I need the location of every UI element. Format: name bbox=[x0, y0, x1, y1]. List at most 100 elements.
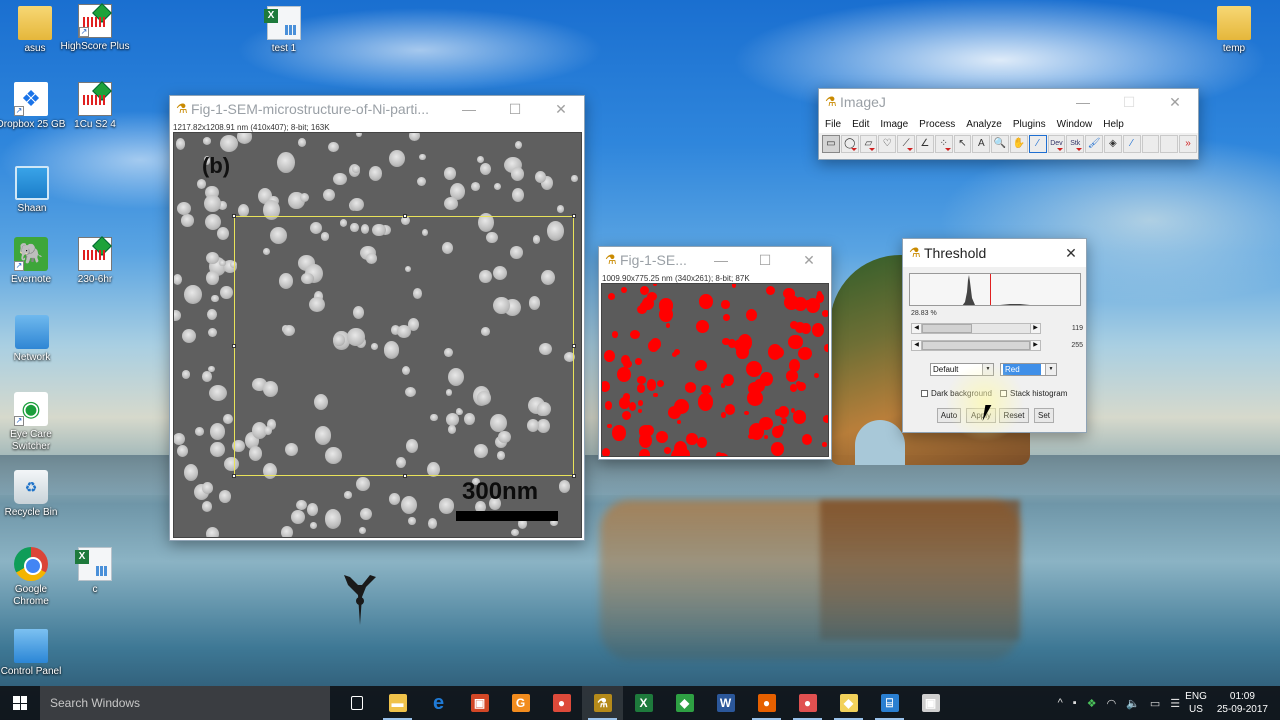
slider-right-arrow-icon[interactable]: ▶ bbox=[1030, 341, 1040, 350]
display-mode-dropdown[interactable]: Red ▼ bbox=[1000, 363, 1057, 376]
min-slider-thumb[interactable] bbox=[922, 324, 972, 333]
rectangle-tool[interactable]: ▭ bbox=[822, 135, 840, 153]
desktop-icon-1cu-s2-4[interactable]: 1Cu S2 4 bbox=[60, 82, 130, 131]
stk-tool[interactable]: Stk bbox=[1066, 135, 1085, 153]
menu-analyze[interactable]: Analyze bbox=[966, 119, 1002, 130]
roi-handle[interactable] bbox=[232, 344, 236, 348]
close-button[interactable]: ✕ bbox=[787, 247, 831, 273]
color-picker-tool[interactable]: ⁄ bbox=[1028, 135, 1047, 153]
reset-button[interactable]: Reset bbox=[999, 408, 1029, 423]
set-button[interactable]: Set bbox=[1034, 408, 1054, 423]
taskbar-sticky-notes[interactable]: ◆ bbox=[828, 686, 869, 720]
maximize-button[interactable]: ☐ bbox=[492, 96, 538, 122]
threshold-image-titlebar[interactable]: ⚗ Fig-1-SE... — ☐ ✕ bbox=[599, 247, 831, 273]
taskbar-word[interactable]: W bbox=[705, 686, 746, 720]
battery-icon[interactable]: ▭ bbox=[1150, 697, 1160, 710]
slider-left-arrow-icon[interactable]: ◀ bbox=[912, 324, 922, 333]
dev-tool[interactable]: Dev bbox=[1047, 135, 1066, 153]
roi-handle[interactable] bbox=[232, 214, 236, 218]
desktop-icon-evernote[interactable]: 🐘 ↗ Evernote bbox=[0, 237, 66, 286]
desktop-icon-eye-care-switcher[interactable]: ◉ ↗ Eye Care Switcher bbox=[0, 392, 66, 453]
clock[interactable]: 01:09 25-09-2017 bbox=[1217, 690, 1268, 716]
taskbar-file-explorer[interactable]: ▬ bbox=[377, 686, 418, 720]
minimize-button[interactable]: — bbox=[699, 247, 743, 273]
threshold-image-canvas[interactable] bbox=[601, 283, 829, 457]
menu-plugins[interactable]: Plugins bbox=[1013, 119, 1046, 130]
maximize-button[interactable]: ☐ bbox=[743, 247, 787, 273]
roi-handle[interactable] bbox=[572, 474, 576, 478]
sem-window-titlebar[interactable]: ⚗ Fig-1-SEM-microstructure-of-Ni-parti..… bbox=[170, 96, 584, 122]
slider-left-arrow-icon[interactable]: ◀ bbox=[912, 341, 922, 350]
desktop-icon-recycle-bin[interactable]: ♻ Recycle Bin bbox=[0, 470, 66, 519]
text-tool[interactable]: A bbox=[972, 135, 991, 153]
taskbar-excel[interactable]: X bbox=[623, 686, 664, 720]
action-center-icon[interactable]: ☰ bbox=[1170, 697, 1180, 710]
volume-icon[interactable]: 🔈 bbox=[1126, 697, 1140, 710]
desktop-icon-control-panel[interactable]: Control Panel bbox=[0, 625, 66, 678]
menu-file[interactable]: File bbox=[825, 119, 841, 130]
desktop-icon-highscore-plus[interactable]: ↗ HighScore Plus bbox=[60, 4, 130, 53]
roi-handle[interactable] bbox=[232, 474, 236, 478]
point-tool[interactable]: ⁘ bbox=[934, 135, 953, 153]
threshold-dialog-titlebar[interactable]: ⚗ Threshold ✕ bbox=[903, 239, 1086, 267]
rectangle-selection-roi[interactable] bbox=[232, 214, 576, 478]
desktop-icon-230-6hr[interactable]: 230-6hr bbox=[60, 237, 130, 286]
taskbar-highscore[interactable]: ◆ bbox=[664, 686, 705, 720]
menu-help[interactable]: Help bbox=[1103, 119, 1124, 130]
taskbar-app-g[interactable]: G bbox=[500, 686, 541, 720]
angle-tool[interactable]: ∠ bbox=[915, 135, 934, 153]
oval-tool[interactable]: ◯ bbox=[840, 135, 859, 153]
dropbox-tray-icon[interactable]: ❖ bbox=[1087, 697, 1097, 710]
flood-fill-tool[interactable]: ◈ bbox=[1103, 135, 1122, 153]
apply-button[interactable]: Apply bbox=[966, 408, 996, 423]
wand-tool[interactable]: ↖ bbox=[953, 135, 972, 153]
max-slider-thumb[interactable] bbox=[922, 341, 1030, 350]
start-button[interactable] bbox=[0, 686, 40, 720]
desktop-icon-network[interactable]: Network bbox=[0, 315, 67, 364]
taskbar-chrome[interactable]: ● bbox=[541, 686, 582, 720]
search-box[interactable]: Search Windows bbox=[40, 686, 330, 720]
more-tools[interactable]: » bbox=[1179, 135, 1197, 153]
input-language[interactable]: ENG US bbox=[1185, 690, 1207, 716]
imagej-titlebar[interactable]: ⚗ ImageJ — ☐ ✕ bbox=[819, 89, 1198, 115]
taskbar-powerpoint-viewer[interactable]: ▣ bbox=[459, 686, 500, 720]
desktop-icon-shaan[interactable]: Shaan bbox=[0, 160, 67, 215]
close-button[interactable]: ✕ bbox=[1152, 89, 1198, 115]
menu-process[interactable]: Process bbox=[919, 119, 955, 130]
wifi-icon[interactable]: ◠ bbox=[1107, 697, 1117, 710]
maximize-button[interactable]: ☐ bbox=[1106, 89, 1152, 115]
desktop-icon-test-1[interactable]: test 1 bbox=[249, 6, 319, 55]
max-threshold-slider[interactable]: ◀ ▶ bbox=[911, 340, 1041, 351]
slider-right-arrow-icon[interactable]: ▶ bbox=[1030, 324, 1040, 333]
minimize-button[interactable]: — bbox=[1060, 89, 1106, 115]
hand-tool[interactable]: ✋ bbox=[1009, 135, 1028, 153]
taskbar-edge[interactable]: e bbox=[418, 686, 459, 720]
taskbar-imagej[interactable]: ⚗ bbox=[582, 686, 623, 720]
auto-button[interactable]: Auto bbox=[937, 408, 961, 423]
desktop-icon-google-chrome[interactable]: Google Chrome bbox=[0, 547, 66, 608]
desktop-icon-temp[interactable]: temp bbox=[1199, 6, 1269, 55]
taskbar-snipping[interactable]: ▣ bbox=[910, 686, 951, 720]
roi-handle[interactable] bbox=[572, 214, 576, 218]
checkbox-box[interactable] bbox=[921, 390, 928, 397]
freehand-tool[interactable]: ♡ bbox=[878, 135, 897, 153]
sem-image-window[interactable]: ⚗ Fig-1-SEM-microstructure-of-Ni-parti..… bbox=[169, 95, 585, 541]
magnifier-tool[interactable]: 🔍 bbox=[991, 135, 1009, 153]
show-hidden-icons-chevron-icon[interactable]: ^ bbox=[1058, 697, 1063, 709]
threshold-image-window[interactable]: ⚗ Fig-1-SE... — ☐ ✕ 1009.90x775.25 nm (3… bbox=[598, 246, 832, 460]
menu-image[interactable]: Image bbox=[880, 119, 908, 130]
dark-background-checkbox[interactable]: Dark background bbox=[921, 389, 992, 398]
roi-handle[interactable] bbox=[572, 344, 576, 348]
imagej-main-window[interactable]: ⚗ ImageJ — ☐ ✕ File Edit Image Process A… bbox=[818, 88, 1199, 160]
brush-tool[interactable]: 🖌 bbox=[1085, 135, 1103, 153]
taskbar-task-view[interactable]: ▢ bbox=[336, 686, 377, 720]
taskbar-firefox[interactable]: ● bbox=[746, 686, 787, 720]
checkbox-box[interactable] bbox=[1000, 390, 1007, 397]
polygon-tool[interactable]: ▱ bbox=[859, 135, 878, 153]
menu-edit[interactable]: Edit bbox=[852, 119, 869, 130]
threshold-dialog[interactable]: ⚗ Threshold ✕ 28.83 % ◀ ▶ 119 ◀ ▶ 255 De… bbox=[902, 238, 1087, 433]
roi-handle[interactable] bbox=[403, 214, 407, 218]
pipette-tool[interactable]: ⁄ bbox=[1122, 135, 1141, 153]
stack-histogram-checkbox[interactable]: Stack histogram bbox=[1000, 389, 1067, 398]
taskbar-fiji[interactable]: ⌸ bbox=[869, 686, 910, 720]
